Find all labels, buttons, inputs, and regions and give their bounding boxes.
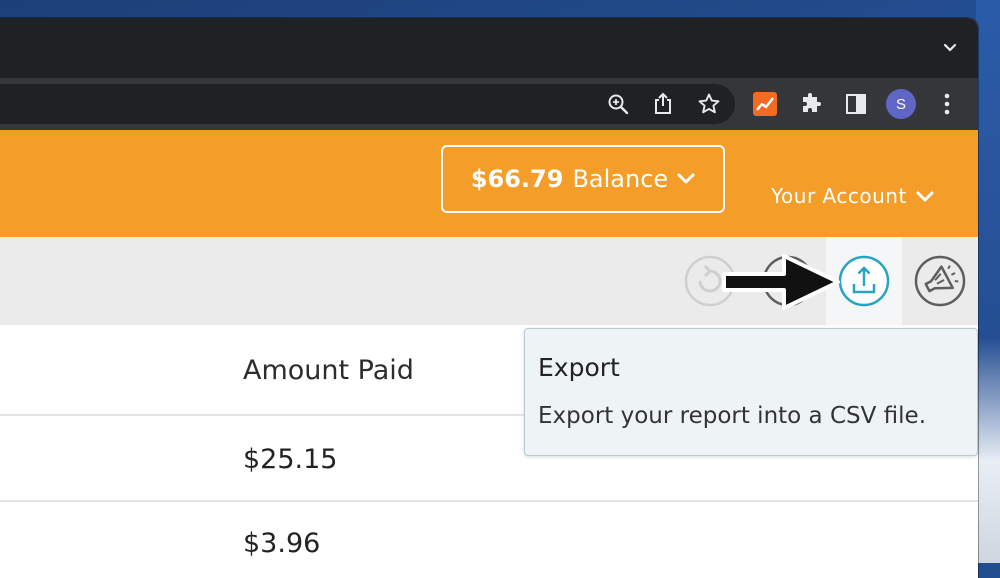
chevron-down-icon bbox=[916, 184, 934, 208]
table-cell-amount-paid: $25.15 bbox=[243, 444, 338, 475]
tooltip-body: Export your report into a CSV file. bbox=[538, 403, 927, 429]
side-panel-icon[interactable] bbox=[843, 91, 869, 117]
balance-dropdown-button[interactable]: $66.79 Balance bbox=[441, 145, 725, 213]
extensions-puzzle-icon[interactable] bbox=[798, 91, 824, 117]
desktop-background bbox=[976, 0, 1000, 563]
export-tooltip: Export Export your report into a CSV fil… bbox=[524, 328, 978, 456]
account-label: Your Account bbox=[771, 184, 907, 208]
export-icon bbox=[838, 255, 890, 307]
bookmark-star-icon[interactable] bbox=[696, 91, 722, 117]
balance-label: Balance bbox=[572, 165, 669, 193]
row-divider bbox=[0, 500, 978, 502]
column-header-amount-paid[interactable]: Amount Paid bbox=[243, 355, 414, 386]
profile-avatar[interactable]: S bbox=[886, 89, 916, 119]
announce-button[interactable] bbox=[902, 237, 978, 325]
share-icon[interactable] bbox=[650, 91, 676, 117]
announce-megaphone-icon bbox=[914, 255, 966, 307]
menu-kebab-icon[interactable] bbox=[934, 91, 960, 117]
zoom-icon[interactable] bbox=[605, 91, 631, 117]
chevron-down-icon bbox=[677, 170, 695, 189]
analytics-extension-icon[interactable] bbox=[753, 92, 777, 116]
balance-amount: $66.79 bbox=[470, 165, 564, 193]
pointer-arrow-icon bbox=[722, 254, 840, 310]
browser-toolbar: S bbox=[0, 78, 978, 130]
tab-strip bbox=[0, 18, 978, 78]
chevron-down-icon[interactable] bbox=[942, 40, 958, 56]
site-header: $66.79 Balance Your Account bbox=[0, 130, 978, 237]
table-cell-amount-paid: $3.96 bbox=[243, 528, 321, 559]
account-menu-link[interactable]: Your Account bbox=[771, 184, 934, 208]
tooltip-title: Export bbox=[538, 353, 620, 382]
